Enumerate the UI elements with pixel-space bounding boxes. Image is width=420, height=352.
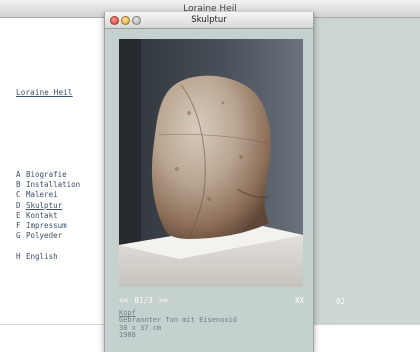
nav-label: Malerei (26, 190, 58, 200)
skulptur-window-titlebar[interactable]: Skulptur (105, 12, 313, 29)
right-column (314, 18, 420, 352)
nav-item-biografie[interactable]: A Biografie (16, 170, 106, 180)
artwork-year: 1988 (119, 331, 136, 340)
next-image-button[interactable]: >> (159, 296, 168, 305)
nav-label: Polyeder (26, 231, 63, 241)
skulptur-window-title: Skulptur (191, 15, 227, 25)
sculpture-photo (119, 39, 303, 287)
sculpture-image (119, 39, 303, 287)
artist-name-link[interactable]: Loraine Heil (16, 88, 73, 97)
nav-letter: D (16, 200, 21, 210)
nav-letter: C (16, 190, 21, 200)
side-page-number: 02 (336, 297, 346, 306)
nav-item-skulptur[interactable]: D Skulptur (16, 201, 106, 211)
nav-letter: A (16, 170, 21, 179)
image-pager: << 01/3 >> (119, 296, 170, 305)
skulptur-window: Skulptur << 01/3 >> XX Kopf Gebrannter T… (104, 12, 314, 352)
nav-letter: F (16, 221, 21, 231)
main-navigation: A Biografie B Installation C Malerei D Skulp… (16, 170, 106, 263)
nav-label: Skulptur (26, 200, 63, 210)
bottom-strip-left (0, 324, 104, 352)
nav-item-english[interactable]: H English (16, 252, 106, 262)
nav-label: Kontakt (26, 210, 58, 220)
nav-label: English (26, 252, 58, 262)
nav-label: Impressum (26, 221, 67, 231)
nav-letter: E (16, 210, 21, 220)
nav-label: Installation (26, 180, 81, 190)
bottom-strip-right (314, 324, 420, 352)
nav-item-malerei[interactable]: C Malerei (16, 190, 106, 200)
close-popup-button[interactable]: XX (295, 296, 304, 305)
artwork-dimensions: 38 x 37 cm (119, 323, 162, 332)
artwork-caption: Kopf Gebrannter Ton mit Eisenoxid 38 x 3… (119, 309, 309, 340)
nav-item-impressum[interactable]: F Impressum (16, 221, 106, 231)
nav-item-installation[interactable]: B Installation (16, 180, 106, 190)
nav-letter: B (16, 180, 21, 190)
image-position: 01/3 (134, 296, 153, 305)
nav-letter: H (16, 252, 21, 262)
nav-item-polyeder[interactable]: G Polyeder (16, 231, 106, 241)
previous-image-button[interactable]: << (119, 296, 128, 305)
nav-item-kontakt[interactable]: E Kontakt (16, 211, 106, 221)
nav-label: Biografie (26, 170, 67, 179)
nav-letter: G (16, 231, 21, 241)
